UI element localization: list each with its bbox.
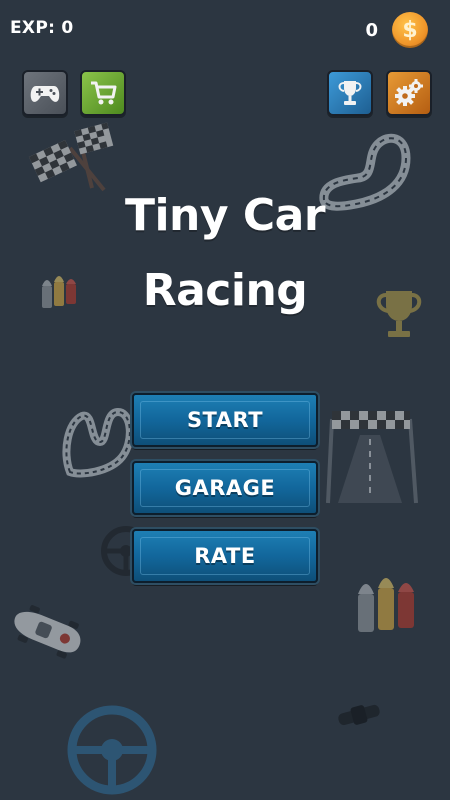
settings-gears-icon [395,79,423,106]
rate-button-label: RATE [194,544,256,568]
coin-count: 0 [365,19,378,41]
exp-label: EXP: 0 [10,18,74,38]
coin-symbol: $ [402,17,418,43]
rate-button[interactable]: RATE [132,529,318,583]
bullets-large-decoration [358,578,414,632]
coin-icon: $ [392,12,428,48]
shop-cart-icon [91,81,117,105]
start-button[interactable]: START [132,393,318,447]
game-title-line-1: Tiny Car [124,190,326,241]
gamepad-button[interactable] [22,70,68,116]
finish-gate-decoration [326,411,418,504]
black-car-decoration [338,704,380,726]
leaderboard-button[interactable] [327,70,373,116]
main-menu-screen: EXP: 0 0 $ Tiny Car Racing START GARAGE … [0,0,450,800]
checkered-flags-decoration [28,122,114,192]
garage-button[interactable]: GARAGE [132,461,318,515]
steering-wheel-large-decoration [67,705,157,795]
coin-counter: 0 $ [365,12,428,48]
start-button-label: START [186,408,264,432]
trophy-icon [338,81,362,105]
shop-button[interactable] [80,70,126,116]
race-car-decoration [14,605,81,659]
winding-track-decoration [62,407,134,478]
game-title-line-2: Racing [142,265,308,316]
garage-button-label: GARAGE [174,476,276,500]
settings-button[interactable] [386,70,432,116]
gamepad-icon [30,86,60,102]
